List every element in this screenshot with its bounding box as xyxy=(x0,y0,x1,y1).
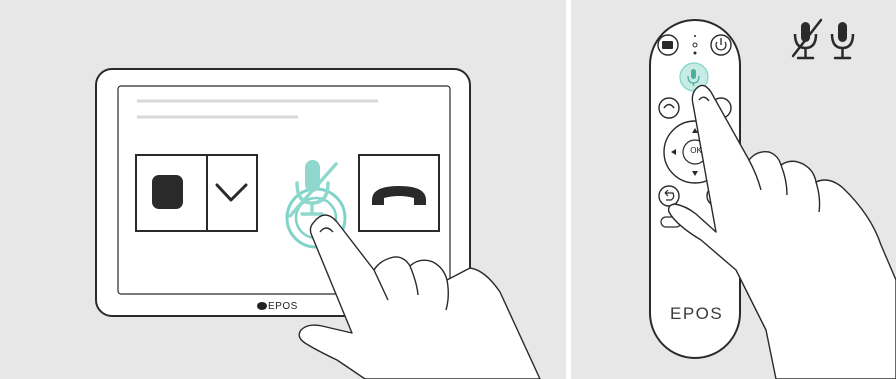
epos-logo xyxy=(257,302,267,310)
stop-split-button[interactable] xyxy=(135,154,258,232)
teams-icon[interactable] xyxy=(662,41,673,49)
remote-illustration-panel: OK EPOS xyxy=(571,0,896,379)
microphone-muted-icon xyxy=(791,18,823,60)
stop-icon[interactable] xyxy=(152,175,183,209)
power-button[interactable] xyxy=(710,34,732,56)
tablet-brand-label: EPOS xyxy=(268,301,298,312)
tablet-illustration-panel: EPOS xyxy=(0,0,566,379)
teams-button[interactable] xyxy=(657,34,679,56)
remote-brand-label: EPOS xyxy=(670,304,724,323)
hangup-button[interactable] xyxy=(358,154,440,232)
microphone-icon xyxy=(830,22,855,60)
back-button[interactable] xyxy=(658,185,680,207)
tablet-illustration xyxy=(95,68,541,379)
remote-hangup-button[interactable] xyxy=(658,97,680,119)
remote-illustration xyxy=(649,18,896,379)
ok-button-label: OK xyxy=(690,146,702,155)
